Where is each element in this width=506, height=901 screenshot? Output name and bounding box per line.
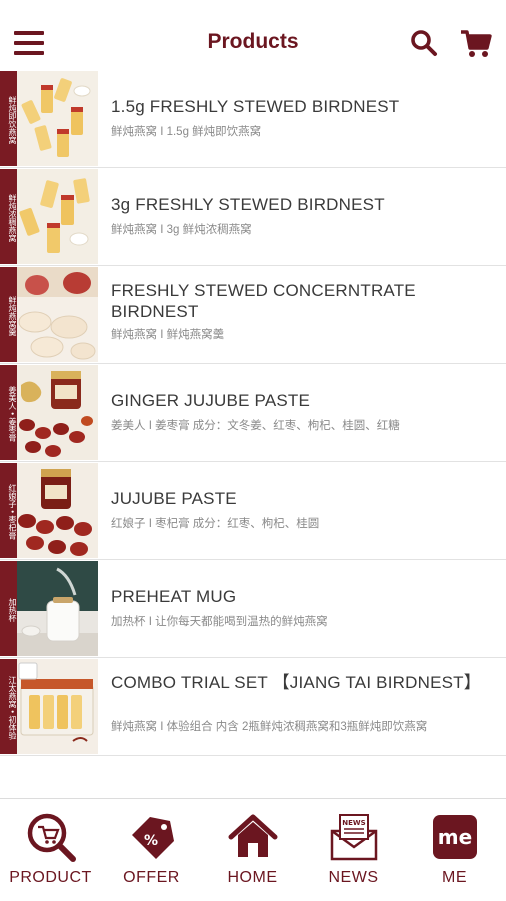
offer-tag-icon: % (131, 817, 174, 859)
home-icon (228, 814, 277, 857)
product-subtitle: 鲜炖燕窝 I 体验组合 内含 2瓶鲜炖浓稠燕窝和3瓶鲜炖即饮燕窝 (111, 721, 428, 733)
bottom-navigation: PRODUCT % OFFER HOME NEWS NEWS me ME (0, 798, 506, 901)
nav-news[interactable]: NEWS NEWS (303, 799, 404, 901)
nav-home[interactable]: HOME (202, 799, 303, 901)
svg-text:NEWS: NEWS (342, 819, 365, 827)
product-strip-label: 鲜炖即饮燕窝 (0, 71, 17, 166)
product-strip-label: 红娘子 • 枣杞膏 (0, 463, 17, 558)
svg-text:%: % (143, 833, 157, 849)
product-thumbnail: 鲜炖即饮燕窝 (0, 71, 98, 166)
product-item[interactable]: 姜美人 • 姜枣膏 GINGER JUJUBE PASTE 姜美人 I 姜枣膏 … (0, 364, 506, 462)
me-badge-icon: me (432, 815, 477, 859)
product-thumbnail: 鲜炖浓稠燕窝 (0, 169, 98, 264)
product-strip-label: 加热杯 (0, 561, 17, 656)
product-item[interactable]: 鲜炖即饮燕窝 1.5g FRESHLY STEWED BIRDNEST 鲜炖燕窝… (0, 70, 506, 168)
nav-label: PRODUCT (9, 869, 92, 886)
nav-product[interactable]: PRODUCT (0, 799, 101, 901)
birdnest-bottles-photo (17, 71, 98, 166)
nav-label: NEWS (328, 869, 379, 886)
product-item[interactable]: 红娘子 • 枣杞膏 JUJUBE PASTE 红娘子 I 枣杞膏 成分：红枣、枸… (0, 462, 506, 560)
jujube-paste-photo (17, 463, 98, 558)
product-subtitle: 鲜炖燕窝 I 1.5g 鲜炖即饮燕窝 (111, 126, 262, 138)
nav-label: ME (442, 869, 467, 886)
top-bar: Products (0, 0, 506, 71)
preheat-mug-photo (17, 561, 98, 656)
product-strip-label: 江太燕窝 • 初体验 (0, 659, 17, 754)
product-subtitle: 鲜炖燕窝 I 鲜炖燕窝羹 (111, 329, 225, 341)
product-subtitle: 红娘子 I 枣杞膏 成分：红枣、枸杞、桂圆 (111, 518, 320, 530)
product-search-icon (27, 813, 76, 862)
product-title: JUJUBE PASTE (111, 489, 237, 508)
shopping-cart-icon[interactable] (460, 29, 492, 59)
birdnest-concentrate-photo (17, 267, 98, 362)
product-title: GINGER JUJUBE PASTE (111, 391, 311, 410)
nav-label: OFFER (123, 869, 180, 886)
news-envelope-icon: NEWS (330, 814, 377, 861)
product-thumbnail: 红娘子 • 枣杞膏 (0, 463, 98, 558)
product-title: 3g FRESHLY STEWED BIRDNEST (111, 195, 385, 214)
product-title: FRESHLY STEWED CONCERNTRATE BIRDNEST (111, 281, 416, 321)
birdnest-bottles-photo (17, 169, 98, 264)
ginger-jujube-photo (17, 365, 98, 460)
svg-text:me: me (437, 825, 471, 849)
product-strip-label: 鲜炖燕窝羹 (0, 267, 17, 362)
product-strip-label: 姜美人 • 姜枣膏 (0, 365, 17, 460)
nav-offer[interactable]: % OFFER (101, 799, 202, 901)
combo-set-photo (17, 659, 98, 754)
product-item[interactable]: 江太燕窝 • 初体验 COMBO TRIAL SET 【JIANG TAI BI… (0, 658, 506, 756)
search-icon[interactable] (410, 29, 438, 57)
product-subtitle: 加热杯 I 让你每天都能喝到温热的鲜炖燕窝 (111, 616, 328, 628)
product-title: COMBO TRIAL SET 【JIANG TAI BIRDNEST】 (111, 673, 481, 692)
product-item[interactable]: 鲜炖燕窝羹 FRESHLY STEWED CONCERNTRATE BIRDNE… (0, 266, 506, 364)
product-title: PREHEAT MUG (111, 587, 237, 606)
product-subtitle: 姜美人 I 姜枣膏 成分：文冬姜、红枣、枸杞、桂圆、红糖 (111, 420, 400, 432)
product-list: 鲜炖即饮燕窝 1.5g FRESHLY STEWED BIRDNEST 鲜炖燕窝… (0, 70, 506, 756)
product-thumbnail: 姜美人 • 姜枣膏 (0, 365, 98, 460)
product-item[interactable]: 鲜炖浓稠燕窝 3g FRESHLY STEWED BIRDNEST 鲜炖燕窝 I… (0, 168, 506, 266)
product-item[interactable]: 加热杯 PREHEAT MUG 加热杯 I 让你每天都能喝到温热的鲜炖燕窝 (0, 560, 506, 658)
product-title: 1.5g FRESHLY STEWED BIRDNEST (111, 97, 400, 116)
product-thumbnail: 加热杯 (0, 561, 98, 656)
product-subtitle: 鲜炖燕窝 I 3g 鲜炖浓稠燕窝 (111, 224, 252, 236)
product-thumbnail: 江太燕窝 • 初体验 (0, 659, 98, 754)
product-strip-label: 鲜炖浓稠燕窝 (0, 169, 17, 264)
nav-label: HOME (227, 869, 278, 886)
nav-me[interactable]: me ME (404, 799, 505, 901)
product-thumbnail: 鲜炖燕窝羹 (0, 267, 98, 362)
